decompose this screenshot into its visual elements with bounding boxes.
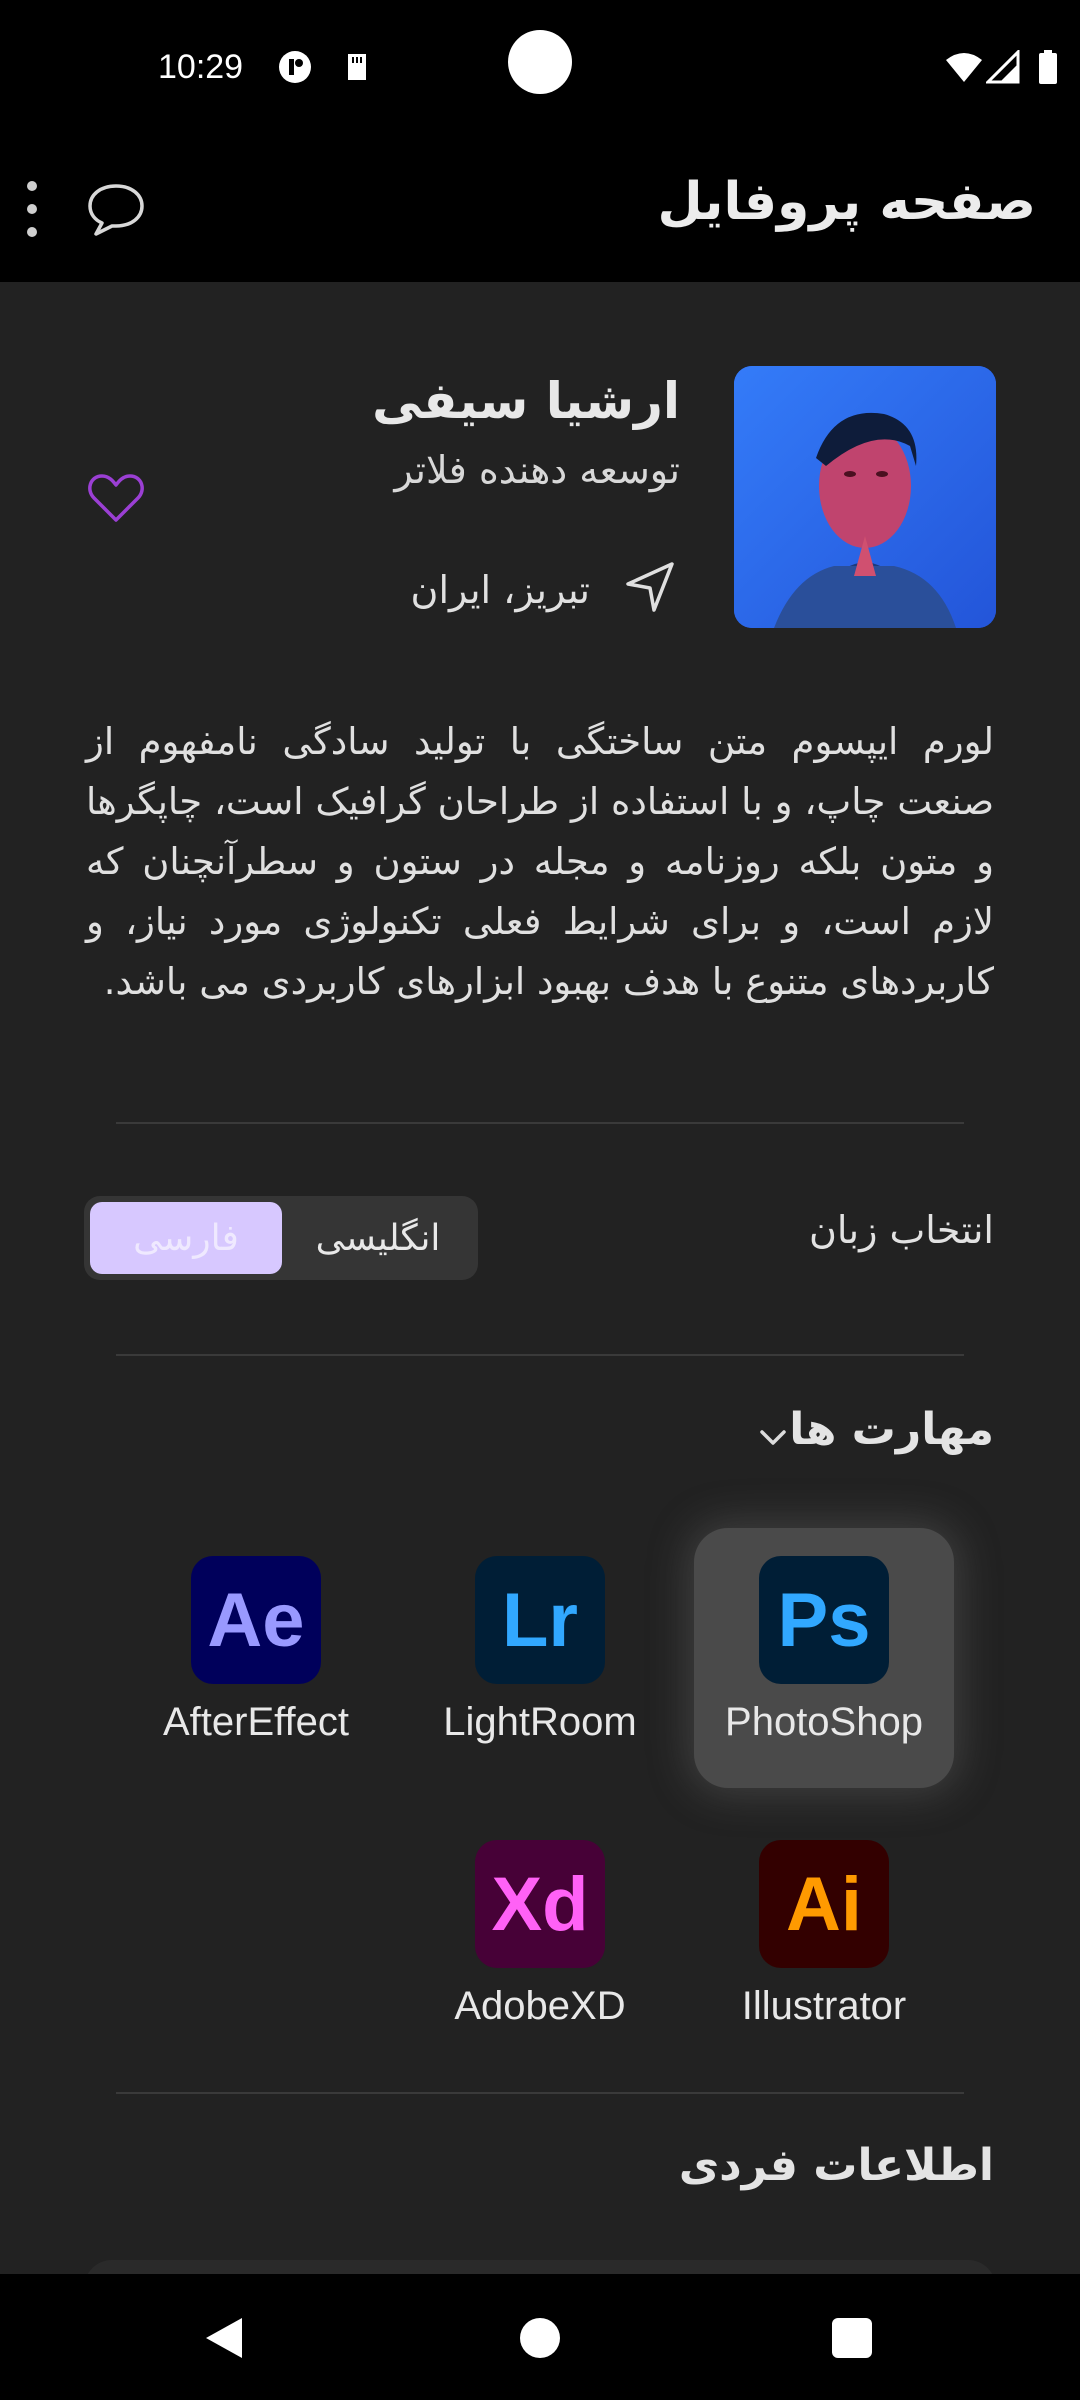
heart-icon[interactable] [86,470,146,526]
battery-icon [1036,50,1060,84]
skill-photoshop[interactable]: Ps PhotoShop [694,1528,954,1788]
profile-avatar [734,366,996,628]
notification-icon [278,50,312,84]
location-text: تبریز، ایران [410,568,590,612]
profile-location: تبریز، ایران [280,560,680,620]
profile-name: ارشیا سیفی [372,372,680,430]
skill-name: LightRoom [443,1700,637,1744]
skill-aftereffect[interactable]: Ae AfterEffect [136,1530,376,1770]
lightroom-logo-icon: Lr [475,1556,605,1684]
signal-icon [984,48,1020,84]
skill-abbr: Ae [207,1577,305,1663]
recents-icon[interactable] [832,2318,872,2358]
language-option-farsi[interactable]: فارسی [90,1202,282,1274]
personal-info-title: اطلاعات فردی [678,2140,994,2191]
skill-adobexd[interactable]: Xd AdobeXD [420,1814,660,2054]
language-label: انتخاب زبان [809,1208,994,1252]
status-time: 10:29 [158,48,244,86]
back-icon[interactable] [202,2314,246,2362]
more-vert-icon[interactable] [20,180,44,238]
skill-name: AdobeXD [454,1984,626,2028]
skill-name: Illustrator [741,1984,907,2028]
skill-illustrator[interactable]: Ai Illustrator [704,1814,944,2054]
wifi-icon [944,50,984,84]
skill-abbr: Ps [777,1577,871,1663]
chat-icon[interactable] [84,178,148,242]
photoshop-logo-icon: Ps [759,1556,889,1684]
divider [116,2092,964,2094]
front-camera [508,30,572,94]
divider [116,1122,964,1124]
profile-bio: لورم ایپسوم متن ساختگی با تولید سادگی نا… [86,720,994,1003]
language-option-english[interactable]: انگلیسی [290,1202,466,1274]
divider [116,1354,964,1356]
profile-role: توسعه دهنده فلاتر [394,448,680,492]
chevron-down-icon[interactable] [756,1420,790,1454]
skill-name: AfterEffect [162,1700,349,1744]
skill-lightroom[interactable]: Lr LightRoom [420,1530,660,1770]
skills-title[interactable]: مهارت ها [789,1404,994,1455]
adobexd-logo-icon: Xd [475,1840,605,1968]
page-title: صفحه پروفایل [657,172,1037,232]
skill-name: PhotoShop [725,1700,923,1744]
skill-abbr: Lr [502,1577,578,1663]
illustrator-logo-icon: Ai [759,1840,889,1968]
skill-abbr: Ai [786,1861,862,1947]
navigation-icon [620,558,680,622]
skill-abbr: Xd [491,1861,589,1947]
aftereffect-logo-icon: Ae [191,1556,321,1684]
home-icon[interactable] [520,2318,560,2358]
sd-card-icon [340,50,374,84]
